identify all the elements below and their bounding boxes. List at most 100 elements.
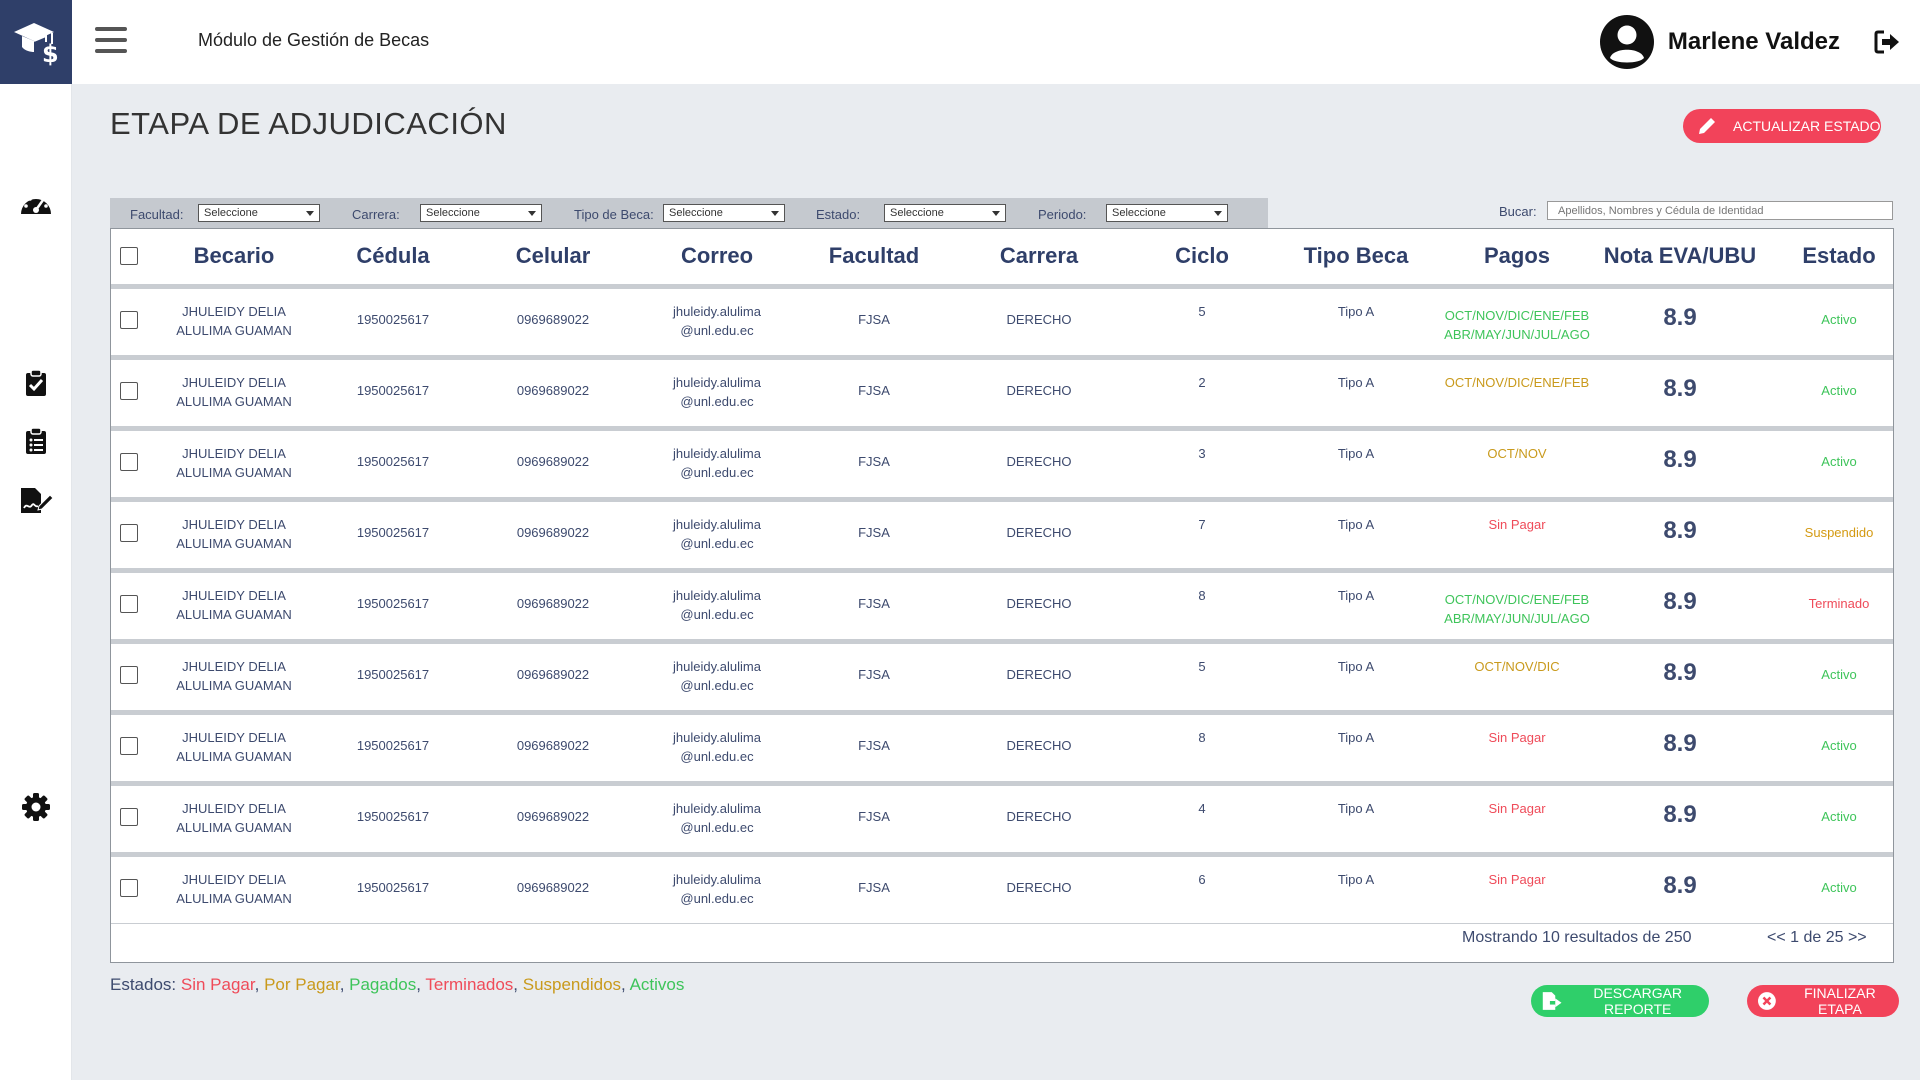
cell-carrera: DERECHO (1006, 809, 1072, 824)
cell-line: ABR/MAY/JUN/JUL/AGO (1444, 327, 1590, 342)
sidebar-item-list[interactable] (0, 427, 72, 455)
cell-ciclo: 5 (1198, 304, 1206, 319)
table-row[interactable]: JHULEIDY DELIA ALULIMA GUAMAN 1950025617 09… (111, 781, 1893, 852)
update-status-label: ACTUALIZAR ESTADO (1733, 118, 1881, 134)
cell-becario: JHULEIDY DELIA ALULIMA GUAMAN (176, 657, 292, 695)
column-header-celular[interactable]: Celular (516, 243, 591, 269)
cell-celular: 0969689022 (516, 312, 590, 327)
cell-pagos: OCT/NOV/DIC/ENE/FEB (1445, 373, 1589, 392)
row-checkbox[interactable] (120, 453, 138, 471)
column-header-becario[interactable]: Becario (194, 243, 275, 269)
cell-nota: 8.9 (1663, 446, 1697, 473)
cell-carrera: DERECHO (1006, 738, 1072, 753)
sidebar-item-approvals[interactable] (0, 369, 72, 397)
column-header-tipo-beca[interactable]: Tipo Beca (1304, 243, 1409, 269)
row-checkbox[interactable] (120, 879, 138, 897)
row-checkbox[interactable] (120, 808, 138, 826)
tipo-beca-select-value: Seleccione (669, 207, 723, 219)
table-row[interactable]: JHULEIDY DELIA ALULIMA GUAMAN 1950025617 09… (111, 355, 1893, 426)
table-row[interactable]: JHULEIDY DELIA ALULIMA GUAMAN 1950025617 09… (111, 710, 1893, 781)
pagination[interactable]: << 1 de 25 >> (1767, 929, 1867, 947)
cell-line: ABR/MAY/JUN/JUL/AGO (1444, 611, 1590, 626)
cell-ciclo: 7 (1198, 517, 1206, 532)
cell-facultad: FJSA (858, 667, 890, 682)
finish-stage-button[interactable]: FINALIZAR ETAPA (1747, 985, 1899, 1017)
cell-line: jhuleidy.alulima (673, 872, 761, 887)
row-checkbox[interactable] (120, 737, 138, 755)
estado-select[interactable]: Seleccione (884, 204, 1006, 222)
cell-cedula: 1950025617 (356, 880, 430, 895)
cell-line: jhuleidy.alulima (673, 801, 761, 816)
becarios-table: Becario Cédula Celular Correo Facultad Carrer… (110, 228, 1894, 963)
cell-becario: JHULEIDY DELIA ALULIMA GUAMAN (176, 515, 292, 553)
row-checkbox[interactable] (120, 382, 138, 400)
sidebar-item-settings[interactable] (0, 793, 72, 821)
cell-carrera: DERECHO (1006, 454, 1072, 469)
column-header-nota[interactable]: Nota EVA/UBU (1604, 243, 1756, 269)
cell-correo: jhuleidy.alulima @unl.edu.ec (673, 515, 761, 553)
cell-line: ALULIMA GUAMAN (176, 607, 292, 622)
table-row[interactable]: JHULEIDY DELIA ALULIMA GUAMAN 1950025617 09… (111, 852, 1893, 923)
carrera-select-value: Seleccione (426, 207, 480, 219)
column-header-facultad[interactable]: Facultad (829, 243, 919, 269)
sidebar-item-dashboard[interactable] (0, 190, 72, 216)
legend-item: Por Pagar (264, 975, 340, 994)
cell-becario: JHULEIDY DELIA ALULIMA GUAMAN (176, 799, 292, 837)
row-checkbox[interactable] (120, 666, 138, 684)
top-bar: Módulo de Gestión de Becas Marlene Valde… (72, 0, 1920, 84)
row-checkbox[interactable] (120, 595, 138, 613)
sidebar-item-signature[interactable] (0, 486, 72, 514)
row-checkbox[interactable] (120, 311, 138, 329)
cell-estado: Terminado (1808, 596, 1870, 611)
cell-line: ALULIMA GUAMAN (176, 394, 292, 409)
cell-tipo-beca: Tipo A (1337, 517, 1375, 532)
row-checkbox[interactable] (120, 524, 138, 542)
cell-line: ALULIMA GUAMAN (176, 820, 292, 835)
cell-line: ALULIMA GUAMAN (176, 536, 292, 551)
cell-facultad: FJSA (858, 454, 890, 469)
cell-celular: 0969689022 (516, 383, 590, 398)
user-avatar-icon[interactable] (1599, 14, 1655, 70)
cell-carrera: DERECHO (1006, 596, 1072, 611)
cell-correo: jhuleidy.alulima @unl.edu.ec (673, 657, 761, 695)
download-report-button[interactable]: DESCARGAR REPORTE (1531, 985, 1709, 1017)
cell-line: JHULEIDY DELIA (182, 801, 286, 816)
facultad-select[interactable]: Seleccione (198, 204, 320, 222)
column-header-pagos[interactable]: Pagos (1484, 243, 1550, 269)
filter-label-estado: Estado: (816, 207, 861, 222)
cell-pagos: OCT/NOV (1487, 444, 1546, 463)
table-row[interactable]: JHULEIDY DELIA ALULIMA GUAMAN 1950025617 09… (111, 497, 1893, 568)
select-all-checkbox[interactable] (120, 247, 138, 265)
cell-pagos: Sin Pagar (1488, 870, 1545, 889)
update-status-button[interactable]: ACTUALIZAR ESTADO (1683, 109, 1881, 143)
cell-facultad: FJSA (858, 383, 890, 398)
table-row[interactable]: JHULEIDY DELIA ALULIMA GUAMAN 1950025617 09… (111, 426, 1893, 497)
periodo-select[interactable]: Seleccione (1106, 204, 1228, 222)
hamburger-icon[interactable] (95, 27, 127, 57)
cell-line: ALULIMA GUAMAN (176, 678, 292, 693)
file-export-icon (1542, 992, 1562, 1010)
column-header-ciclo[interactable]: Ciclo (1175, 243, 1229, 269)
column-header-carrera[interactable]: Carrera (1000, 243, 1078, 269)
cell-facultad: FJSA (858, 596, 890, 611)
search-input[interactable] (1547, 201, 1893, 220)
tipo-beca-select[interactable]: Seleccione (663, 204, 785, 222)
cell-correo: jhuleidy.alulima @unl.edu.ec (673, 586, 761, 624)
cell-line: @unl.edu.ec (680, 749, 754, 764)
app-logo[interactable]: $ (0, 0, 73, 84)
table-row[interactable]: JHULEIDY DELIA ALULIMA GUAMAN 1950025617 09… (111, 568, 1893, 639)
table-row[interactable]: JHULEIDY DELIA ALULIMA GUAMAN 1950025617 09… (111, 639, 1893, 710)
cell-ciclo: 8 (1198, 730, 1206, 745)
logout-icon[interactable] (1874, 29, 1900, 55)
table-row[interactable]: JHULEIDY DELIA ALULIMA GUAMAN 1950025617 09… (111, 284, 1893, 355)
estado-select-value: Seleccione (890, 207, 944, 219)
cell-estado: Activo (1821, 809, 1857, 824)
cell-celular: 0969689022 (516, 667, 590, 682)
carrera-select[interactable]: Seleccione (420, 204, 542, 222)
column-header-correo[interactable]: Correo (681, 243, 753, 269)
cell-correo: jhuleidy.alulima @unl.edu.ec (673, 444, 761, 482)
column-header-cedula[interactable]: Cédula (356, 243, 429, 269)
cell-line: OCT/NOV/DIC/ENE/FEB (1444, 375, 1590, 390)
column-header-estado[interactable]: Estado (1802, 243, 1875, 269)
cell-correo: jhuleidy.alulima @unl.edu.ec (673, 302, 761, 340)
